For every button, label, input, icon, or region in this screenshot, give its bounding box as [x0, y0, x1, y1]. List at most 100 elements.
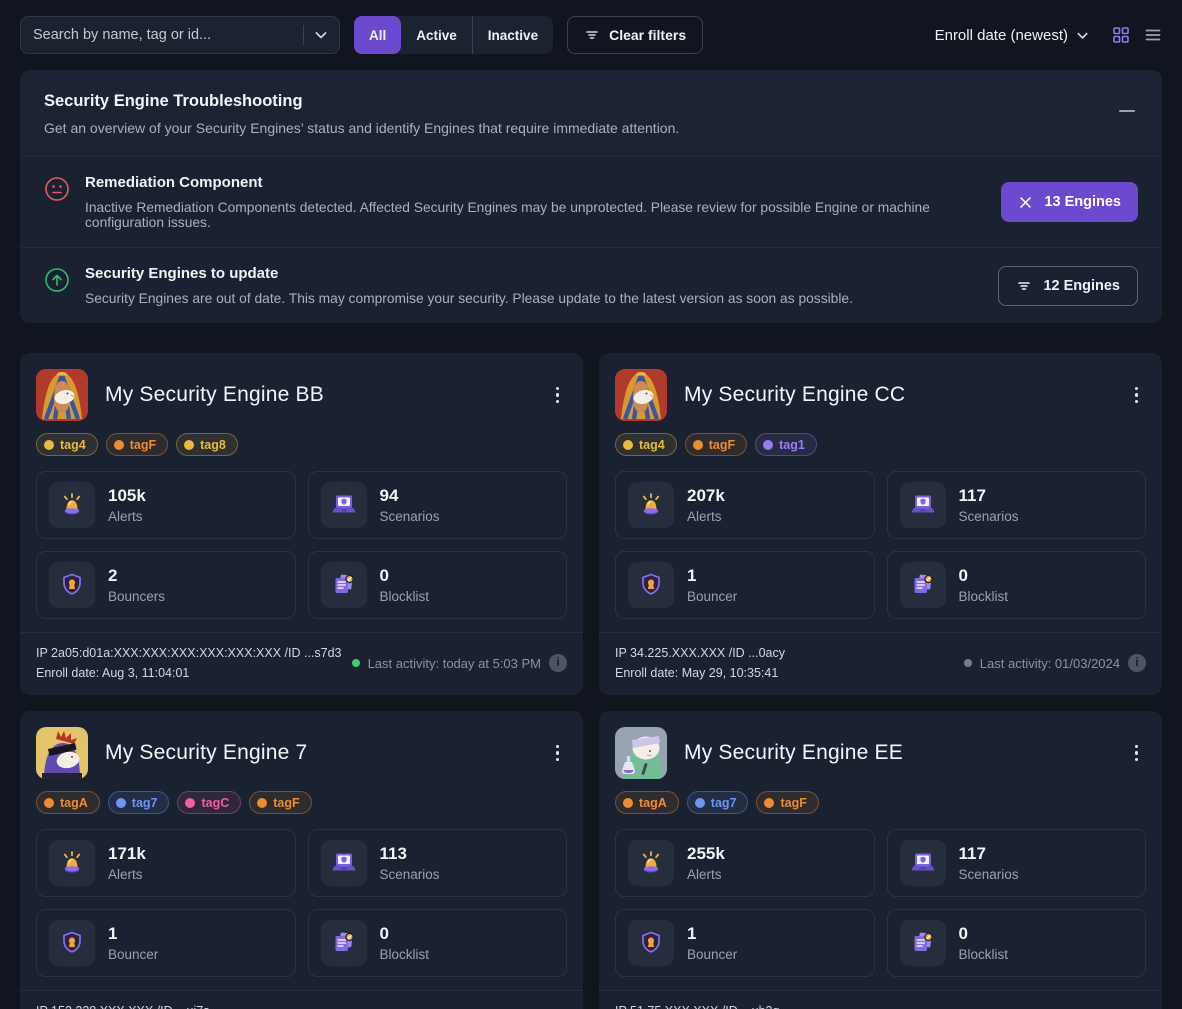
troubleshooting-header: Security Engine Troubleshooting Get an o… — [20, 70, 1162, 156]
troubleshooting-panel: Security Engine Troubleshooting Get an o… — [20, 70, 1162, 323]
tag-label: tag7 — [711, 796, 737, 810]
tag-dot — [695, 798, 705, 808]
blocklist-icon — [900, 562, 946, 608]
tag-dot — [764, 798, 774, 808]
alert-description: Inactive Remediation Components detected… — [85, 200, 981, 230]
search-options-button[interactable] — [313, 27, 329, 43]
kebab-icon — [1135, 387, 1139, 391]
laptop-shield-icon — [900, 482, 946, 528]
shield-icon — [49, 920, 95, 966]
arrow-up-circle-icon — [44, 267, 70, 293]
info-icon[interactable]: i — [1128, 654, 1146, 672]
x-icon — [1018, 195, 1033, 210]
tab-inactive[interactable]: Inactive — [472, 16, 553, 54]
card-menu-button[interactable] — [548, 381, 568, 410]
tab-active[interactable]: Active — [401, 16, 472, 54]
scientist-cat-avatar — [615, 727, 667, 779]
card-menu-button[interactable] — [548, 739, 568, 768]
engine-card-grid: My Security Engine BB tag4 tagF tag8 105… — [20, 353, 1162, 1009]
stat-alerts: 255kAlerts — [615, 829, 875, 897]
alert-title: Remediation Component — [85, 174, 981, 191]
engine-ip: IP 2a05:d01a:XXX:XXX:XXX:XXX:XXX:XXX /ID… — [36, 643, 342, 663]
last-activity: Last activity: today at 5:03 PM — [368, 656, 541, 671]
collapse-panel-button[interactable] — [1116, 100, 1138, 122]
tag-pill[interactable]: tagF — [685, 433, 747, 456]
minus-icon — [1119, 110, 1135, 112]
tag-pill[interactable]: tag4 — [36, 433, 98, 456]
card-menu-button[interactable] — [1127, 739, 1147, 768]
stat-bouncers: 1Bouncer — [36, 909, 296, 977]
update-engines-button[interactable]: 12 Engines — [998, 266, 1138, 306]
tag-pill[interactable]: tagA — [36, 791, 100, 814]
tab-all[interactable]: All — [354, 16, 401, 54]
tag-dot — [44, 798, 54, 808]
laptop-shield-icon — [321, 482, 367, 528]
filter-icon — [1016, 278, 1032, 294]
tag-label: tagF — [130, 438, 156, 452]
panel-title: Security Engine Troubleshooting — [44, 92, 1138, 111]
tag-pill[interactable]: tagA — [615, 791, 679, 814]
button-label: 13 Engines — [1044, 194, 1121, 210]
engine-card[interactable]: My Security Engine 7 tagA tag7 tagC tagF… — [20, 711, 583, 1009]
stat-bouncers: 1Bouncer — [615, 909, 875, 977]
kebab-icon — [556, 745, 560, 749]
card-footer: IP 2a05:d01a:XXX:XXX:XXX:XXX:XXX:XXX /ID… — [20, 632, 583, 695]
engine-card[interactable]: My Security Engine BB tag4 tagF tag8 105… — [20, 353, 583, 695]
info-icon[interactable]: i — [549, 654, 567, 672]
remediation-engines-button[interactable]: 13 Engines — [1001, 182, 1138, 222]
engine-card[interactable]: My Security Engine CC tag4 tagF tag1 207… — [599, 353, 1162, 695]
engine-enroll-date: Enroll date: May 29, 10:35:41 — [615, 663, 785, 683]
engine-enroll-date: Enroll date: Aug 3, 11:04:01 — [36, 663, 342, 683]
tag-pill[interactable]: tagC — [177, 791, 241, 814]
activity-status-dot — [964, 659, 972, 667]
grid-view-button[interactable] — [1112, 26, 1130, 44]
tag-pill[interactable]: tag1 — [755, 433, 817, 456]
alert-description: Security Engines are out of date. This m… — [85, 291, 978, 306]
tag-label: tag4 — [639, 438, 665, 452]
pharaoh-cat-avatar — [615, 369, 667, 421]
clear-filters-button[interactable]: Clear filters — [567, 16, 703, 54]
stats-grid: 255kAlerts 117Scenarios 1Bouncer 0Blockl… — [615, 829, 1146, 977]
tag-label: tag1 — [779, 438, 805, 452]
engine-name: My Security Engine EE — [684, 741, 903, 765]
tag-row: tagA tag7 tagC tagF — [36, 791, 567, 814]
engine-avatar — [36, 369, 88, 421]
engine-card[interactable]: My Security Engine EE tagA tag7 tagF 255… — [599, 711, 1162, 1009]
tag-dot — [693, 440, 703, 450]
tag-pill[interactable]: tagF — [756, 791, 818, 814]
last-activity: Last activity: 01/03/2024 — [980, 656, 1120, 671]
stat-alerts: 171kAlerts — [36, 829, 296, 897]
tag-label: tag7 — [132, 796, 158, 810]
sort-dropdown[interactable]: Enroll date (newest) — [935, 27, 1090, 44]
tag-dot — [623, 798, 633, 808]
siren-icon — [49, 482, 95, 528]
tag-pill[interactable]: tag8 — [176, 433, 238, 456]
stat-blocklist: 0Blocklist — [887, 551, 1147, 619]
stat-bouncers: 2Bouncers — [36, 551, 296, 619]
engine-name: My Security Engine BB — [105, 383, 324, 407]
tag-row: tag4 tagF tag1 — [615, 433, 1146, 456]
card-menu-button[interactable] — [1127, 381, 1147, 410]
engine-avatar — [36, 727, 88, 779]
tag-pill[interactable]: tag4 — [615, 433, 677, 456]
tag-pill[interactable]: tagF — [106, 433, 168, 456]
tag-dot — [116, 798, 126, 808]
shield-icon — [628, 562, 674, 608]
stat-blocklist: 0Blocklist — [887, 909, 1147, 977]
tag-pill[interactable]: tag7 — [108, 791, 170, 814]
tag-label: tag4 — [60, 438, 86, 452]
tag-pill[interactable]: tagF — [249, 791, 311, 814]
siren-icon — [49, 840, 95, 886]
search-box[interactable] — [20, 16, 340, 54]
tag-pill[interactable]: tag7 — [687, 791, 749, 814]
tag-label: tagA — [60, 796, 88, 810]
sad-face-icon — [44, 176, 70, 202]
alert-row-remediation: Remediation Component Inactive Remediati… — [20, 156, 1162, 247]
list-view-button[interactable] — [1144, 26, 1162, 44]
stat-scenarios: 117Scenarios — [887, 829, 1147, 897]
tag-row: tag4 tagF tag8 — [36, 433, 567, 456]
stats-grid: 105kAlerts 94Scenarios 2Bouncers 0Blockl… — [36, 471, 567, 619]
stat-bouncers: 1Bouncer — [615, 551, 875, 619]
alert-title: Security Engines to update — [85, 265, 978, 282]
search-input[interactable] — [33, 27, 294, 43]
